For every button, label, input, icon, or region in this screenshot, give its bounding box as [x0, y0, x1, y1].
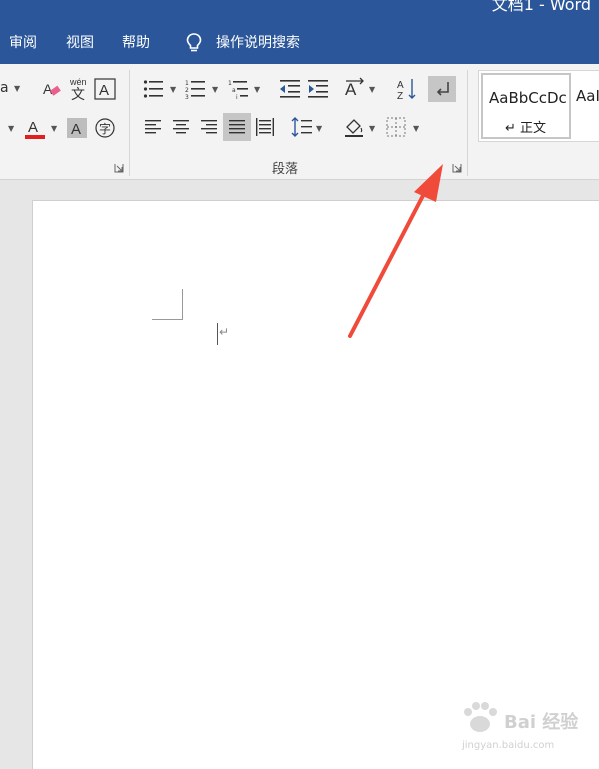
paragraph-group-label: 段落	[272, 162, 299, 177]
enclose-characters-icon[interactable]: 字	[94, 117, 116, 139]
decrease-indent-icon[interactable]	[279, 79, 301, 99]
justify-button[interactable]	[223, 113, 251, 141]
svg-text:1: 1	[228, 80, 232, 87]
font-color-icon[interactable]: A	[24, 116, 48, 140]
multilevel-dropdown[interactable]: ▼	[254, 85, 260, 94]
red-annotation-arrow	[348, 164, 443, 338]
paragraph-settings-launcher-icon[interactable]	[452, 163, 462, 173]
ribbon: a ▼ ▼ A wén 文 A A ▼ A 字 ▼ 1 2 3 ▼ 1 a i …	[0, 64, 599, 180]
show-marks-button[interactable]	[428, 76, 456, 102]
shading-icon[interactable]	[343, 116, 365, 138]
window-title: 文档1 - Word	[491, 0, 591, 14]
borders-dropdown[interactable]: ▼	[413, 124, 419, 133]
tab-review[interactable]: 审阅	[9, 32, 37, 52]
increase-indent-icon[interactable]	[307, 79, 329, 99]
watermark-text: Bai 经验	[504, 712, 579, 733]
style-normal[interactable]: AaBbCcDc ↵ 正文	[481, 73, 571, 139]
svg-text:Z: Z	[397, 91, 403, 101]
document-area: ↵	[0, 180, 599, 769]
center-icon[interactable]	[172, 119, 190, 135]
text-cursor	[217, 323, 218, 345]
paragraph-mark: ↵	[219, 325, 230, 339]
font-name-dropdown[interactable]: ▼	[14, 84, 20, 93]
svg-text:i: i	[236, 94, 238, 99]
document-page[interactable]: ↵	[32, 200, 599, 769]
character-shading-icon[interactable]: A	[66, 117, 88, 139]
svg-text:文: 文	[71, 87, 85, 102]
asian-layout-icon[interactable]: A	[343, 77, 367, 101]
group-separator	[467, 70, 468, 176]
paw-logo-icon	[464, 702, 497, 732]
numbering-dropdown[interactable]: ▼	[212, 85, 218, 94]
line-spacing-dropdown[interactable]: ▼	[316, 124, 322, 133]
clear-formatting-icon[interactable]: A	[40, 78, 62, 100]
style-normal-label: ↵ 正文	[505, 121, 547, 136]
font-settings-launcher-icon[interactable]	[114, 163, 124, 173]
sort-icon[interactable]: A Z	[396, 77, 418, 101]
title-bar: 文档1 - Word 审阅 视图 帮助 操作说明搜索	[0, 0, 599, 64]
svg-text:A: A	[71, 121, 81, 138]
align-left-icon[interactable]	[144, 119, 162, 135]
svg-text:a: a	[232, 87, 236, 94]
bullets-icon[interactable]	[143, 79, 165, 99]
lightbulb-icon[interactable]	[183, 31, 205, 53]
svg-text:A: A	[28, 119, 38, 136]
margin-crop-mark	[152, 289, 183, 320]
font-name-partial[interactable]: a	[0, 80, 9, 96]
tab-help[interactable]: 帮助	[122, 32, 150, 52]
svg-text:wén: wén	[69, 77, 87, 87]
watermark-url: jingyan.baidu.com	[462, 740, 555, 751]
multilevel-list-icon[interactable]: 1 a i	[228, 79, 250, 99]
tell-me-search[interactable]: 操作说明搜索	[216, 32, 300, 52]
distributed-icon[interactable]	[255, 117, 275, 137]
borders-icon[interactable]	[386, 117, 406, 137]
styles-gallery: AaBbCcDc ↵ 正文 AaI	[478, 70, 599, 142]
style-normal-preview: AaBbCcDc	[489, 89, 567, 107]
character-border-icon[interactable]: A	[94, 78, 116, 100]
svg-text:A: A	[99, 82, 109, 99]
group-separator	[129, 70, 130, 176]
watermark: Bai 经验 jingyan.baidu.com	[460, 700, 590, 760]
phonetic-guide-icon[interactable]: wén 文	[68, 76, 90, 102]
bullets-dropdown[interactable]: ▼	[170, 85, 176, 94]
svg-text:2: 2	[185, 87, 189, 94]
shading-dropdown[interactable]: ▼	[369, 124, 375, 133]
justify-icon	[229, 120, 245, 134]
align-right-icon[interactable]	[200, 119, 218, 135]
font-color-dropdown[interactable]: ▼	[51, 124, 57, 133]
svg-text:字: 字	[99, 121, 111, 136]
svg-text:A: A	[397, 80, 404, 91]
svg-text:A: A	[345, 80, 357, 99]
tab-view[interactable]: 视图	[66, 32, 94, 52]
style-next-preview[interactable]: AaI	[576, 87, 599, 105]
show-marks-icon	[436, 82, 449, 96]
svg-text:1: 1	[185, 80, 189, 87]
font-size-dropdown[interactable]: ▼	[8, 124, 14, 133]
line-spacing-icon[interactable]	[291, 116, 313, 138]
asian-layout-dropdown[interactable]: ▼	[369, 85, 375, 94]
numbering-icon[interactable]: 1 2 3	[185, 79, 207, 99]
svg-text:3: 3	[185, 94, 189, 99]
svg-text:A: A	[43, 81, 53, 97]
